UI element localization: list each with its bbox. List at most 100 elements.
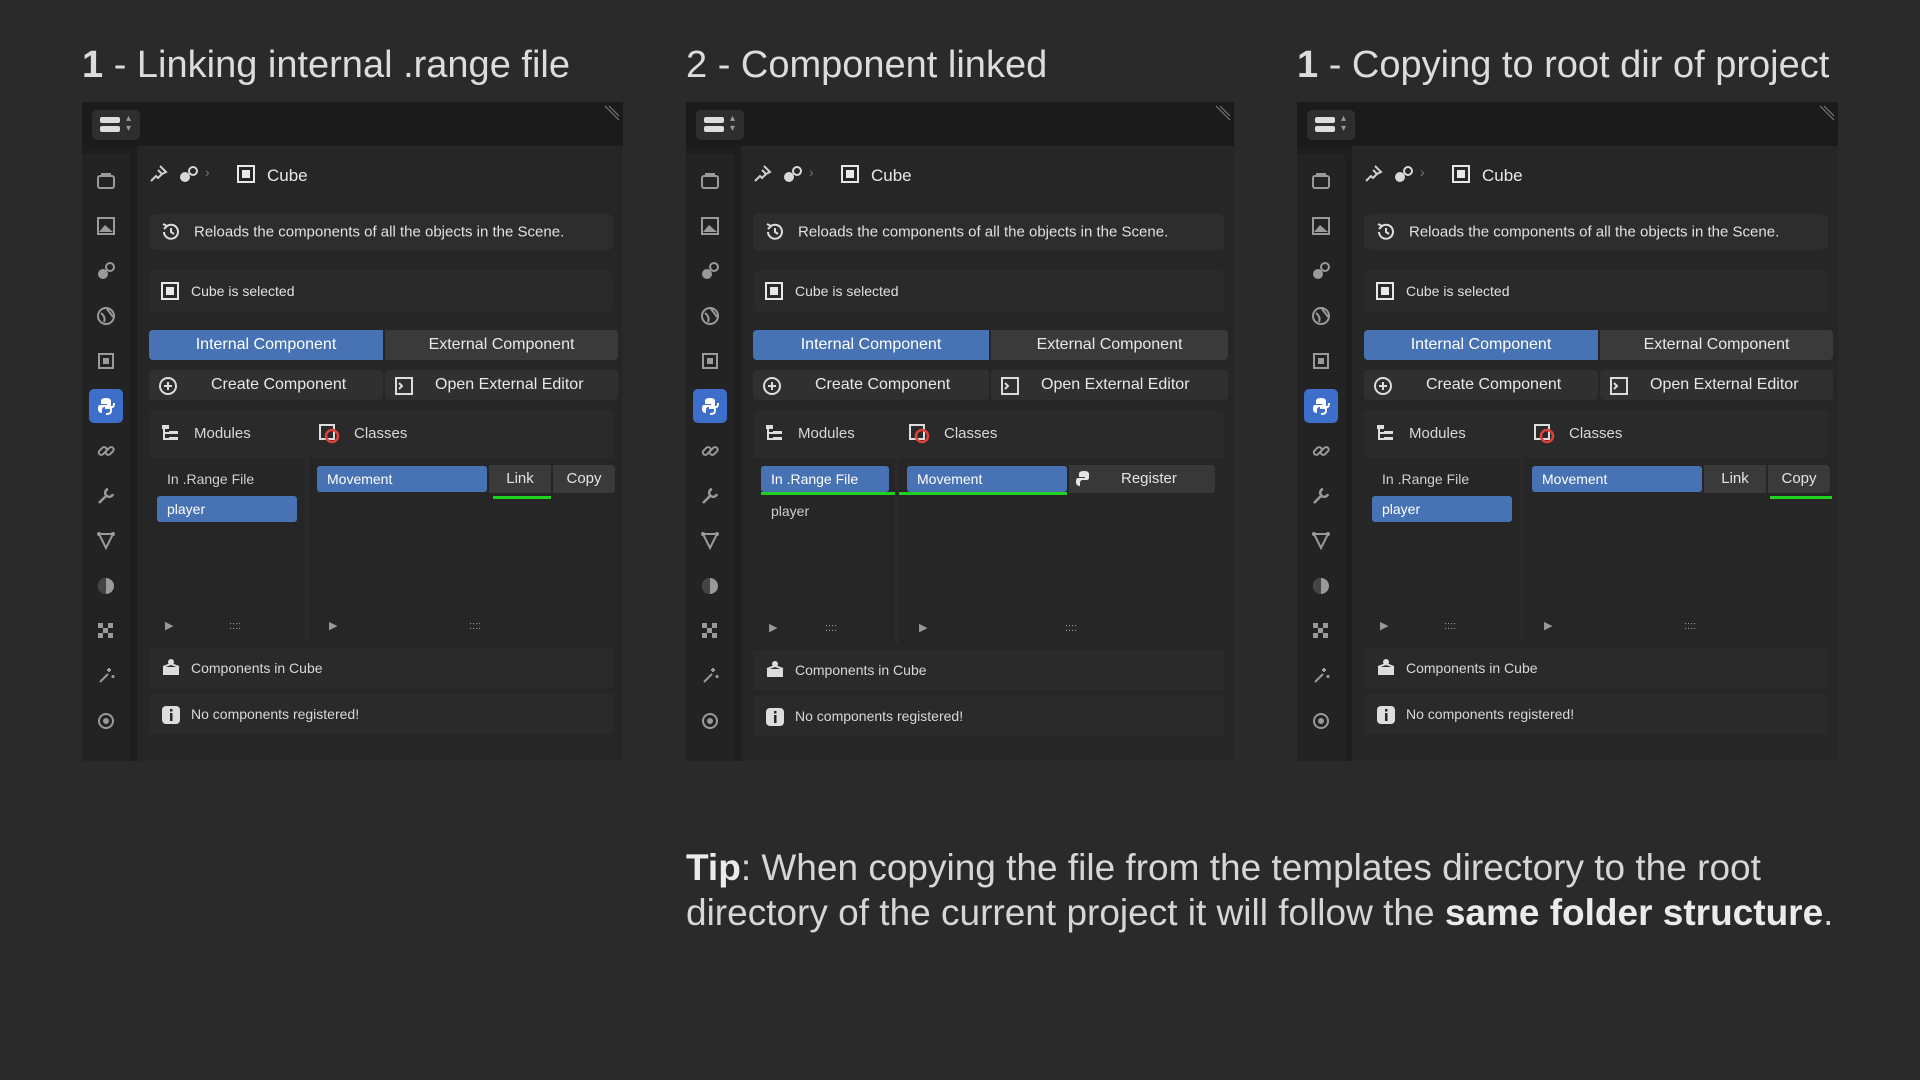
python-tab-icon[interactable] [89, 389, 123, 423]
particles-tab-icon[interactable] [89, 524, 123, 558]
python-tab-icon[interactable] [693, 389, 727, 423]
editor-type-button[interactable]: ▴ ▾ [1307, 110, 1355, 140]
external-component-tab[interactable]: External Component [991, 330, 1228, 360]
class-item-movement[interactable]: Movement [1532, 466, 1702, 492]
module-item-range-file[interactable]: In .Range File [761, 466, 889, 492]
pin-icon[interactable] [1362, 163, 1384, 185]
data-tab-icon[interactable] [1304, 704, 1338, 738]
wrench-tab-icon[interactable] [89, 479, 123, 513]
particles-tab-icon[interactable] [693, 524, 727, 558]
texture-tab-icon[interactable] [89, 614, 123, 648]
open-external-editor-button[interactable]: Open External Editor [991, 370, 1228, 400]
list-resize-handle-icon[interactable]: :::: [825, 622, 837, 634]
material-tab-icon[interactable] [1304, 569, 1338, 603]
object-tab-icon[interactable] [89, 344, 123, 378]
list-expand-icon[interactable]: ▶ [165, 619, 173, 632]
reload-components-button[interactable]: Reloads the components of all the object… [753, 214, 1224, 250]
internal-component-tab[interactable]: Internal Component [753, 330, 989, 360]
class-item-movement[interactable]: Movement [907, 466, 1067, 492]
module-item-range-file[interactable]: In .Range File [1372, 466, 1512, 492]
object-tab-icon[interactable] [693, 344, 727, 378]
world-tab-icon[interactable] [1304, 299, 1338, 333]
external-component-tab[interactable]: External Component [1600, 330, 1833, 360]
effects-tab-icon[interactable] [693, 659, 727, 693]
effects-tab-icon[interactable] [89, 659, 123, 693]
module-item-player[interactable]: player [157, 496, 297, 522]
reload-icon [766, 223, 783, 240]
list-expand-icon[interactable]: ▶ [1544, 619, 1552, 632]
world-tab-icon[interactable] [693, 299, 727, 333]
module-item-player[interactable]: player [761, 498, 889, 524]
constraint-tab-icon[interactable] [1304, 434, 1338, 468]
list-resize-handle-icon[interactable]: :::: [1444, 620, 1456, 632]
editor-type-button[interactable]: ▴ ▾ [92, 110, 140, 140]
reload-components-button[interactable]: Reloads the components of all the object… [1364, 214, 1828, 250]
copy-button[interactable]: Copy [553, 465, 615, 493]
pin-icon[interactable] [147, 163, 169, 185]
pin-icon[interactable] [751, 163, 773, 185]
python-tab-icon[interactable] [1304, 389, 1338, 423]
range-file-highlight [761, 492, 895, 495]
wrench-tab-icon[interactable] [1304, 479, 1338, 513]
step-2-title: 2 - Component linked [686, 44, 1048, 86]
effects-tab-icon[interactable] [1304, 659, 1338, 693]
data-tab-icon[interactable] [89, 704, 123, 738]
list-resize-handle-icon[interactable]: :::: [469, 620, 481, 632]
list-expand-icon[interactable]: ▶ [919, 621, 927, 634]
internal-component-tab[interactable]: Internal Component [149, 330, 383, 360]
open-external-editor-button[interactable]: Open External Editor [1600, 370, 1833, 400]
link-button[interactable]: Link [1704, 465, 1766, 493]
editor-type-button[interactable]: ▴ ▾ [696, 110, 744, 140]
class-item-movement[interactable]: Movement [317, 466, 487, 492]
open-external-editor-button[interactable]: Open External Editor [385, 370, 618, 400]
list-expand-icon[interactable]: ▶ [769, 621, 777, 634]
list-resize-handle-icon[interactable]: :::: [1684, 620, 1696, 632]
module-class-browser: Modules Classes In .Range File player ▶ … [753, 410, 1224, 644]
area-corner-icon[interactable] [1818, 104, 1836, 122]
component-actions: Create Component Open External Editor [149, 370, 618, 400]
material-tab-icon[interactable] [693, 569, 727, 603]
tool-tab-icon[interactable] [89, 164, 123, 198]
texture-tab-icon[interactable] [693, 614, 727, 648]
constraint-tab-icon[interactable] [89, 434, 123, 468]
scene-tab-icon[interactable] [693, 254, 727, 288]
tool-tab-icon[interactable] [1304, 164, 1338, 198]
data-tab-icon[interactable] [693, 704, 727, 738]
create-component-button[interactable]: Create Component [753, 370, 989, 400]
breadcrumb-chevron-icon: › [205, 164, 210, 180]
scene-tab-icon[interactable] [1304, 254, 1338, 288]
scene-tab-icon[interactable] [89, 254, 123, 288]
create-component-button[interactable]: Create Component [149, 370, 383, 400]
render-tab-icon[interactable] [693, 209, 727, 243]
step-1-title: 1 - Linking internal .range file [82, 44, 570, 86]
particles-tab-icon[interactable] [1304, 524, 1338, 558]
components-icon [1377, 659, 1395, 675]
internal-component-tab[interactable]: Internal Component [1364, 330, 1598, 360]
render-tab-icon[interactable] [1304, 209, 1338, 243]
wrench-tab-icon[interactable] [693, 479, 727, 513]
register-button[interactable]: Register [1069, 465, 1215, 493]
create-component-button[interactable]: Create Component [1364, 370, 1598, 400]
area-corner-icon[interactable] [603, 104, 621, 122]
reload-components-button[interactable]: Reloads the components of all the object… [149, 214, 613, 250]
link-button[interactable]: Link [489, 465, 551, 493]
object-tab-icon[interactable] [1304, 344, 1338, 378]
module-item-player[interactable]: player [1372, 496, 1512, 522]
constraint-tab-icon[interactable] [693, 434, 727, 468]
module-item-range-file[interactable]: In .Range File [157, 466, 297, 492]
list-expand-icon[interactable]: ▶ [1380, 619, 1388, 632]
render-tab-icon[interactable] [89, 209, 123, 243]
world-tab-icon[interactable] [89, 299, 123, 333]
area-corner-icon[interactable] [1214, 104, 1232, 122]
editor-header: ▴ ▾ [1297, 102, 1838, 146]
external-component-tab[interactable]: External Component [385, 330, 618, 360]
copy-button[interactable]: Copy [1768, 465, 1830, 493]
list-expand-icon[interactable]: ▶ [329, 619, 337, 632]
list-resize-handle-icon[interactable]: :::: [1065, 622, 1077, 634]
list-resize-handle-icon[interactable]: :::: [229, 620, 241, 632]
tool-tab-icon[interactable] [693, 164, 727, 198]
material-tab-icon[interactable] [89, 569, 123, 603]
texture-tab-icon[interactable] [1304, 614, 1338, 648]
info-icon [1377, 706, 1395, 724]
class-icon [909, 424, 930, 444]
